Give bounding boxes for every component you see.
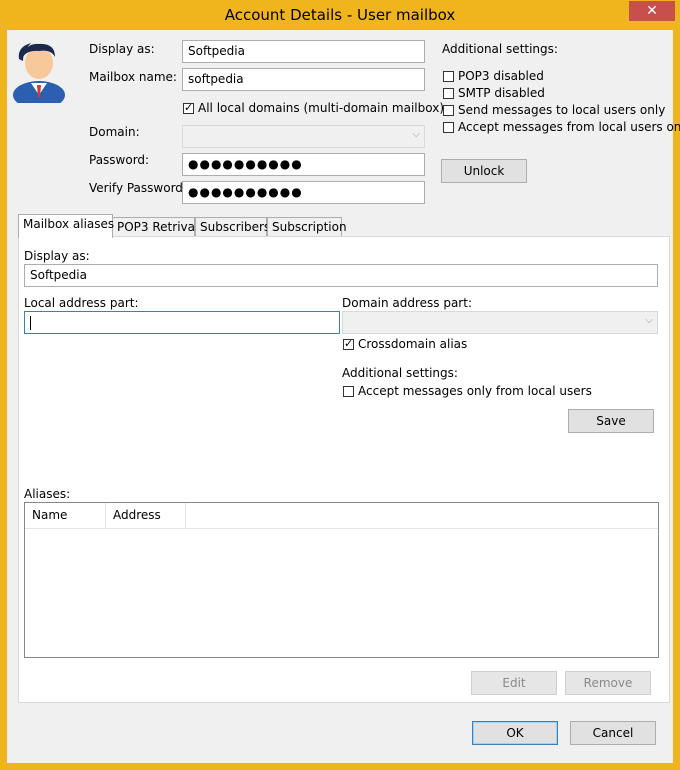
- password-label: Password:: [89, 153, 150, 167]
- display-as-label: Display as:: [89, 42, 155, 56]
- accept-only-local-label: Accept messages only from local users: [358, 384, 592, 398]
- cancel-button[interactable]: Cancel: [570, 721, 656, 745]
- smtp-disabled-label: SMTP disabled: [458, 86, 545, 100]
- additional-settings-heading: Additional settings:: [442, 42, 558, 56]
- accept-local-only-checkbox[interactable]: [443, 122, 454, 133]
- domain-label: Domain:: [89, 125, 140, 139]
- save-button[interactable]: Save: [568, 409, 654, 433]
- accept-only-local-checkbox[interactable]: [343, 386, 354, 397]
- title-bar: Account Details - User mailbox ✕: [0, 0, 680, 30]
- remove-button[interactable]: Remove: [565, 671, 651, 695]
- ok-button[interactable]: OK: [472, 721, 558, 745]
- chevron-down-icon: ⌵: [412, 129, 420, 140]
- pop3-disabled-checkbox[interactable]: [443, 71, 454, 82]
- local-address-part-label: Local address part:: [24, 296, 139, 310]
- aliases-list-header: Name Address: [25, 503, 658, 529]
- verify-password-input[interactable]: ●●●●●●●●●●: [182, 181, 425, 204]
- edit-button[interactable]: Edit: [471, 671, 557, 695]
- pop3-disabled-label: POP3 disabled: [458, 69, 544, 83]
- aliases-list[interactable]: Name Address: [24, 502, 659, 658]
- domain-select[interactable]: ⌵: [182, 125, 425, 148]
- alias-display-as-label: Display as:: [24, 249, 90, 263]
- tab-mailbox-aliases[interactable]: Mailbox aliases: [18, 214, 114, 238]
- tab-subscription[interactable]: Subscription: [267, 217, 347, 238]
- tab-pop3-retrival[interactable]: POP3 Retrival: [112, 217, 198, 238]
- domain-address-part-select[interactable]: ⌵: [342, 311, 658, 334]
- local-address-part-input[interactable]: [24, 311, 340, 334]
- crossdomain-alias-label: Crossdomain alias: [358, 337, 468, 351]
- display-as-input[interactable]: Softpedia: [182, 40, 425, 63]
- crossdomain-alias-checkbox[interactable]: [343, 337, 354, 350]
- column-header-address[interactable]: Address: [106, 503, 186, 528]
- mailbox-name-label: Mailbox name:: [89, 70, 177, 84]
- tab-subscribers[interactable]: Subscribers: [195, 217, 270, 238]
- alias-additional-settings-heading: Additional settings:: [342, 366, 458, 380]
- dialog-client: Display as: Softpedia Mailbox name: soft…: [7, 30, 680, 763]
- aliases-label: Aliases:: [24, 487, 71, 501]
- close-button[interactable]: ✕: [629, 1, 675, 21]
- user-avatar-icon: [13, 43, 65, 103]
- close-icon: ✕: [646, 3, 658, 19]
- window-title: Account Details - User mailbox: [224, 6, 456, 24]
- smtp-disabled-checkbox[interactable]: [443, 88, 454, 99]
- alias-display-as-input[interactable]: Softpedia: [24, 264, 658, 287]
- domain-address-part-label: Domain address part:: [342, 296, 472, 310]
- all-domains-checkbox[interactable]: [183, 101, 194, 114]
- accept-local-only-label: Accept messages from local users only: [458, 120, 680, 134]
- chevron-down-icon: ⌵: [645, 315, 653, 326]
- unlock-button[interactable]: Unlock: [441, 159, 527, 183]
- send-local-only-checkbox[interactable]: [443, 105, 454, 116]
- send-local-only-label: Send messages to local users only: [458, 103, 666, 117]
- column-header-name[interactable]: Name: [25, 503, 106, 528]
- text-cursor: [30, 315, 31, 330]
- dialog-window: Account Details - User mailbox ✕ Display…: [0, 0, 680, 770]
- password-input[interactable]: ●●●●●●●●●●: [182, 153, 425, 176]
- all-domains-label: All local domains (multi-domain mailbox): [198, 101, 444, 115]
- verify-password-label: Verify Password:: [89, 181, 187, 195]
- mailbox-name-input[interactable]: softpedia: [182, 68, 425, 91]
